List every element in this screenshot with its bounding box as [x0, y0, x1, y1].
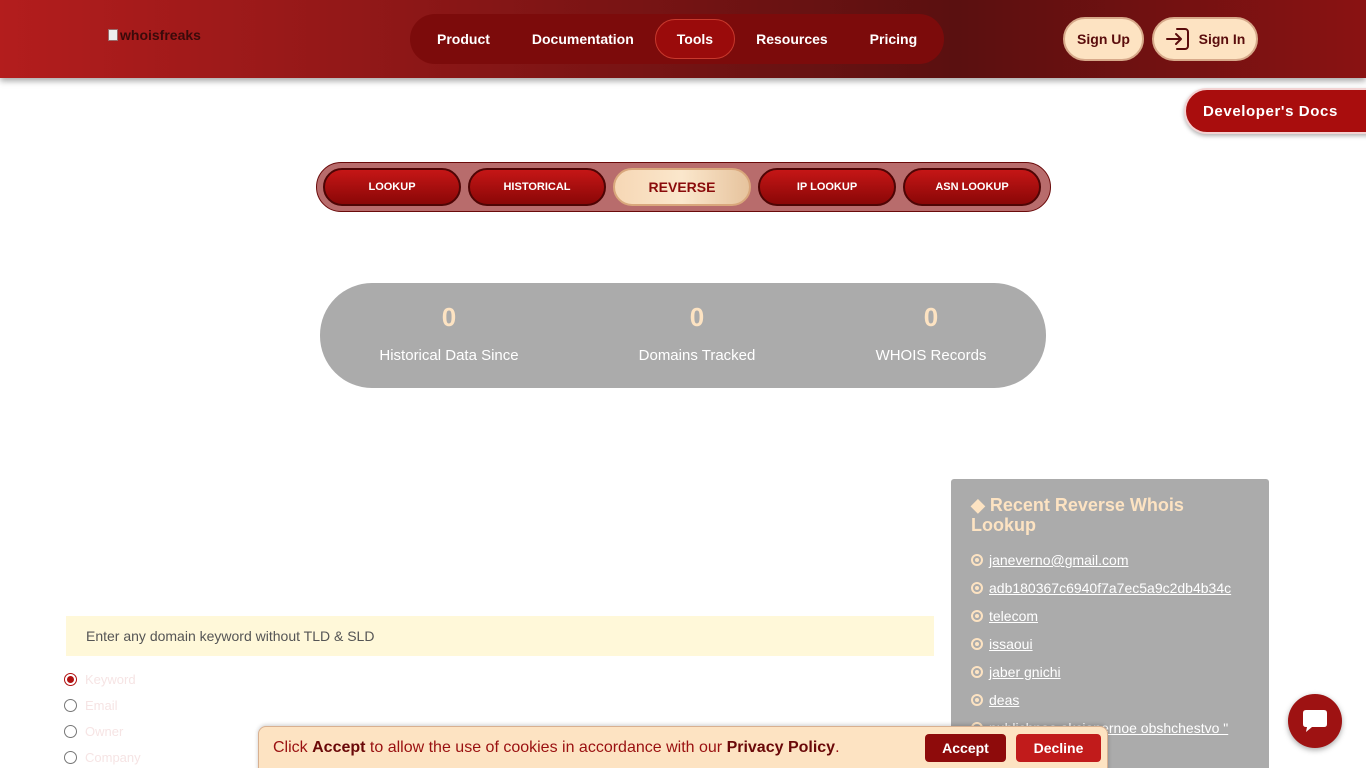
site-header: whoisfreaks Product Documentation Tools …	[0, 0, 1366, 78]
recent-lookup-link[interactable]: deas	[989, 692, 1019, 708]
list-item: telecom	[971, 602, 1243, 630]
nav-item-documentation[interactable]: Documentation	[511, 19, 655, 59]
chat-button[interactable]	[1288, 694, 1342, 748]
stat-value: 0	[923, 302, 939, 332]
sign-in-button[interactable]: Sign In	[1152, 17, 1258, 61]
tab-asn-lookup[interactable]: ASN LOOKUP	[903, 168, 1041, 206]
stat-historical: 0 Historical Data Since	[349, 301, 549, 364]
nav-item-tools[interactable]: Tools	[654, 19, 736, 59]
sign-in-label: Sign In	[1198, 31, 1246, 47]
cookie-message: Click Accept to allow the use of cookies…	[273, 739, 840, 757]
recent-lookups-panel: ◆ Recent Reverse Whois Lookup janeverno@…	[951, 479, 1269, 768]
cookie-text-prefix: Click	[273, 739, 313, 756]
circle-icon	[971, 554, 983, 566]
radio-button[interactable]	[64, 673, 77, 686]
radio-label: Keyword	[85, 672, 136, 687]
search-option-email[interactable]: Email	[64, 698, 118, 713]
privacy-policy-link[interactable]: Privacy Policy	[727, 739, 836, 756]
nav-item-pricing[interactable]: Pricing	[849, 19, 938, 59]
stat-label: Historical Data Since	[379, 347, 519, 364]
circle-icon	[971, 666, 983, 678]
radio-button[interactable]	[64, 751, 77, 764]
list-item: issaoui	[971, 630, 1243, 658]
recent-lookup-link[interactable]: adb180367c6940f7a7ec5a9c2db4b34c	[989, 580, 1231, 596]
search-option-owner[interactable]: Owner	[64, 724, 123, 739]
tool-tabs: LOOKUP HISTORICAL REVERSE IP LOOKUP ASN …	[316, 162, 1051, 212]
accept-cookies-button[interactable]: Accept	[925, 734, 1006, 762]
recent-lookup-link[interactable]: telecom	[989, 608, 1038, 624]
recent-lookup-link[interactable]: issaoui	[989, 636, 1033, 652]
decline-cookies-button[interactable]: Decline	[1016, 734, 1101, 762]
search-option-keyword[interactable]: Keyword	[64, 672, 136, 687]
cookie-text-middle: to allow the use of cookies in accordanc…	[365, 739, 727, 756]
search-input[interactable]	[66, 616, 934, 656]
radio-label: Email	[85, 698, 118, 713]
list-item: deas	[971, 686, 1243, 714]
nav-item-resources[interactable]: Resources	[735, 19, 849, 59]
stats-panel: 0 Historical Data Since 0 Domains Tracke…	[320, 283, 1046, 388]
tab-historical[interactable]: HISTORICAL	[468, 168, 606, 206]
stat-value: 0	[689, 302, 705, 332]
tab-lookup[interactable]: LOOKUP	[323, 168, 461, 206]
logo-alt-text: whoisfreaks	[120, 27, 201, 43]
recent-lookup-link[interactable]: janeverno@gmail.com	[989, 552, 1129, 568]
site-logo[interactable]: whoisfreaks	[108, 27, 201, 43]
cookie-banner: Click Accept to allow the use of cookies…	[258, 726, 1108, 768]
circle-icon	[971, 638, 983, 650]
radio-button[interactable]	[64, 725, 77, 738]
recent-lookup-link[interactable]: jaber gnichi	[989, 664, 1061, 680]
circle-icon	[971, 610, 983, 622]
radio-button[interactable]	[64, 699, 77, 712]
list-item: jaber gnichi	[971, 658, 1243, 686]
cookie-accept-word: Accept	[312, 739, 366, 756]
stat-label: Domains Tracked	[638, 347, 756, 364]
cookie-text-suffix: .	[835, 739, 840, 756]
tab-reverse[interactable]: REVERSE	[613, 168, 751, 206]
broken-image-icon	[108, 29, 118, 41]
sign-up-button[interactable]: Sign Up	[1063, 17, 1144, 61]
radio-label: Company	[85, 750, 141, 765]
recent-lookups-title: ◆ Recent Reverse Whois Lookup	[971, 495, 1184, 535]
sign-in-icon	[1165, 28, 1189, 50]
circle-icon	[971, 582, 983, 594]
list-item: janeverno@gmail.com	[971, 546, 1243, 574]
search-option-company[interactable]: Company	[64, 750, 141, 765]
chat-icon	[1303, 710, 1327, 732]
list-item: adb180367c6940f7a7ec5a9c2db4b34c	[971, 574, 1243, 602]
stat-whois-records: 0 WHOIS Records	[831, 301, 1031, 364]
stat-value: 0	[441, 302, 457, 332]
circle-icon	[971, 694, 983, 706]
developer-docs-button[interactable]: Developer's Docs	[1184, 88, 1366, 134]
stat-domains: 0 Domains Tracked	[597, 301, 797, 364]
nav-item-product[interactable]: Product	[416, 19, 511, 59]
stat-label: WHOIS Records	[875, 347, 987, 364]
main-nav: Product Documentation Tools Resources Pr…	[410, 14, 944, 64]
radio-label: Owner	[85, 724, 124, 739]
tab-ip-lookup[interactable]: IP LOOKUP	[758, 168, 896, 206]
